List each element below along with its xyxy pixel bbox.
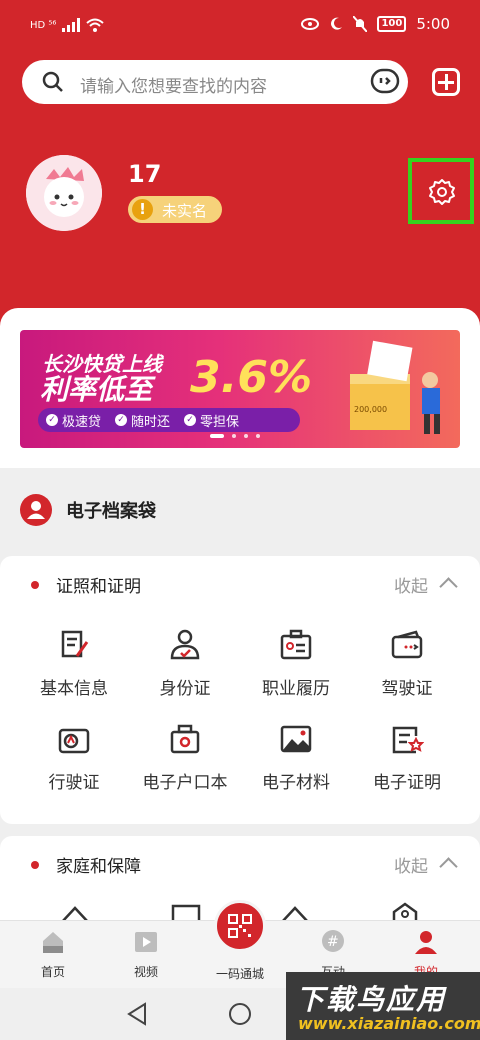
banner-rate: 3.6% — [190, 352, 313, 403]
svg-text:#: # — [327, 934, 339, 950]
tab-label: 一码通城 — [215, 967, 264, 981]
chevron-up-icon[interactable] — [439, 577, 458, 596]
banner-tags: ✓ 极速贷 ✓ 随时还 ✓ 零担保 — [38, 408, 300, 432]
archive-header: 电子档案袋 — [0, 482, 480, 538]
grid-item-label: 驾驶证 — [381, 679, 433, 699]
grid-item-label: 身份证 — [159, 679, 211, 699]
banner-illustration: 200,000 — [350, 340, 440, 434]
user-name: 17 — [128, 160, 162, 188]
banner-amount: 200,000 — [354, 405, 387, 414]
person-check-icon — [170, 629, 200, 660]
grid-item-label: 行驶证 — [48, 773, 100, 793]
search-icon — [42, 71, 63, 92]
chevron-up-icon[interactable] — [439, 857, 458, 876]
person-icon — [20, 494, 52, 526]
banner-line2: 利率低至 — [40, 373, 153, 406]
promo-banner[interactable]: 长沙快贷上线 利率低至 3.6% ✓ 极速贷 ✓ 随时还 ✓ 零担保 200,000 — [20, 330, 460, 448]
bullet-dot — [31, 861, 39, 869]
gear-icon — [429, 179, 455, 205]
verify-badge[interactable]: ! 未实名 — [128, 196, 222, 223]
search-bar[interactable]: 请输入您想要查找的内容 — [22, 60, 408, 104]
banner-pager — [210, 434, 260, 438]
certificate-star-icon — [392, 726, 424, 754]
avatar-icon — [26, 155, 102, 231]
hashtag-chat-icon: # — [322, 930, 344, 952]
add-button[interactable] — [432, 68, 460, 96]
document-pen-icon — [61, 630, 89, 658]
eye-icon — [301, 18, 320, 30]
certificates-header: 证照和证明 收起 — [0, 556, 480, 616]
grid-item-label: 电子材料 — [262, 773, 330, 793]
signal-icon — [62, 18, 81, 32]
family-title: 家庭和保障 — [56, 857, 141, 877]
banner-tag: ✓ 零担保 — [184, 411, 239, 430]
collapse-button[interactable]: 收起 — [394, 852, 428, 877]
video-icon — [135, 932, 157, 952]
mute-bell-icon — [353, 16, 368, 32]
signal-text: HD ⁵⁶ — [30, 19, 57, 31]
grid-item-label: 电子证明 — [373, 773, 441, 793]
settings-button[interactable] — [408, 158, 474, 224]
vehicle-card-icon — [58, 728, 90, 754]
grid-item-label: 基本信息 — [40, 679, 108, 699]
grid-item-label: 职业履历 — [262, 679, 330, 699]
avatar[interactable] — [26, 155, 102, 231]
wifi-icon — [86, 18, 105, 32]
verify-badge-label: 未实名 — [162, 202, 208, 220]
back-icon[interactable] — [126, 1002, 148, 1026]
grid-item-label: 电子户口本 — [142, 773, 228, 793]
tab-label: 首页 — [40, 965, 65, 979]
home-shield-icon[interactable] — [390, 902, 420, 922]
chat-robot-icon[interactable] — [370, 68, 400, 96]
image-icon — [280, 725, 312, 753]
household-book-icon — [170, 724, 200, 754]
archive-title: 电子档案袋 — [66, 501, 156, 522]
status-bar: HD ⁵⁶ 100 5:00 — [0, 0, 480, 52]
collapse-button[interactable]: 收起 — [394, 572, 428, 597]
search-input[interactable]: 请输入您想要查找的内容 — [80, 72, 267, 97]
moon-icon — [331, 17, 343, 30]
battery-indicator: 100 — [377, 16, 407, 32]
license-card-icon — [391, 630, 423, 659]
qr-code-icon — [228, 914, 252, 938]
clock: 5:00 — [416, 15, 450, 33]
home-icon — [43, 932, 63, 953]
banner-tag: ✓ 随时还 — [115, 411, 170, 430]
warning-icon: ! — [132, 199, 153, 220]
watermark-logo: 下载鸟应用 www.xiazainiao.com — [286, 972, 480, 1040]
badge-card-icon — [280, 629, 312, 660]
family-header: 家庭和保障 收起 — [0, 836, 480, 896]
card-icon[interactable] — [171, 902, 201, 922]
certificates-panel: 证照和证明 收起 基本信息 身份证 职业履历 驾驶证 行驶证 电子户口本 电子材… — [0, 556, 480, 824]
banner-tag: ✓ 极速贷 — [46, 411, 101, 430]
watermark-line2: www.xiazainiao.com — [298, 1014, 480, 1033]
certificates-title: 证照和证明 — [56, 577, 141, 597]
bullet-dot — [31, 581, 39, 589]
tab-label: 视频 — [133, 965, 158, 979]
profile-icon — [415, 931, 437, 954]
watermark-line1: 下载鸟应用 — [296, 983, 447, 1016]
home-circle-icon[interactable] — [228, 1002, 252, 1026]
qr-code-button[interactable] — [214, 900, 266, 952]
